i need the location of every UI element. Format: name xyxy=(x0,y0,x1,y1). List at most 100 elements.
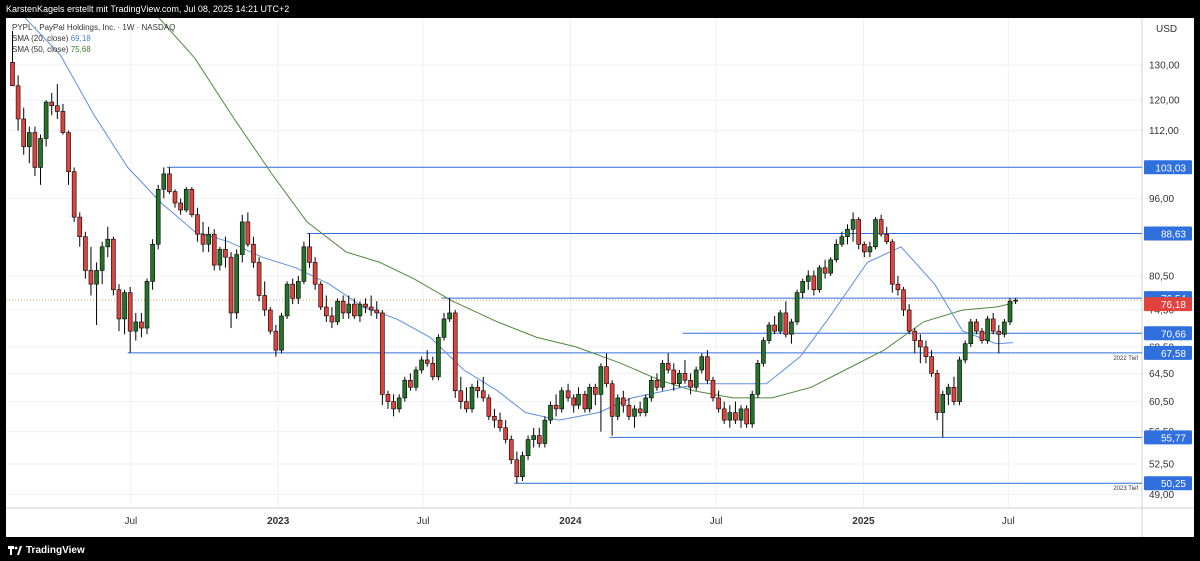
candle xyxy=(744,405,749,428)
candle-body xyxy=(890,241,895,285)
candle xyxy=(172,189,178,208)
candle xyxy=(335,298,340,325)
candle-body xyxy=(688,379,693,388)
candle xyxy=(133,312,139,341)
candle-body xyxy=(251,243,256,263)
sma50-value: 75,68 xyxy=(70,45,91,54)
candle xyxy=(542,416,548,448)
candle xyxy=(307,233,312,268)
candle xyxy=(677,369,682,388)
price-tick-label: 49,00 xyxy=(1149,490,1174,501)
candle-body xyxy=(536,435,542,444)
candle-body xyxy=(772,324,777,332)
candle xyxy=(862,241,867,258)
time-tick-label: Jul xyxy=(1002,516,1015,527)
candle-body xyxy=(195,214,200,235)
candle xyxy=(805,270,811,290)
candle xyxy=(189,187,195,218)
candle xyxy=(901,286,906,316)
candle xyxy=(251,236,256,268)
candle-body xyxy=(710,379,716,399)
candle-body xyxy=(486,397,492,417)
candle-body xyxy=(15,85,21,120)
candle-body xyxy=(284,283,290,317)
sma20-value: 69,18 xyxy=(70,34,91,43)
candle-body xyxy=(649,379,654,399)
candle-body xyxy=(441,318,447,338)
candle xyxy=(458,376,464,409)
candle xyxy=(273,324,279,357)
candle xyxy=(873,217,878,250)
candle xyxy=(609,380,615,436)
candle xyxy=(878,214,884,237)
candle xyxy=(167,167,172,194)
candle xyxy=(402,376,408,402)
level-price-tag: 70,66 xyxy=(1144,326,1192,341)
candle xyxy=(94,262,99,325)
candle-body xyxy=(582,394,588,410)
candle-body xyxy=(144,281,150,329)
candle-body xyxy=(626,404,632,417)
candle xyxy=(800,278,805,299)
candle xyxy=(615,394,621,421)
candle xyxy=(738,405,744,428)
candle-body xyxy=(447,312,452,320)
candle xyxy=(318,281,324,310)
candle-body xyxy=(413,369,419,388)
candle-body xyxy=(705,356,710,381)
candle xyxy=(929,350,934,377)
candle-body xyxy=(452,312,458,392)
candle-body xyxy=(548,404,553,421)
candle xyxy=(144,278,150,335)
candle xyxy=(671,363,677,391)
candle-body xyxy=(906,309,912,332)
candle xyxy=(940,390,946,438)
candle xyxy=(122,289,127,335)
tradingview-logo[interactable]: TradingView xyxy=(8,540,85,561)
candle-body xyxy=(699,356,705,371)
candle xyxy=(324,295,329,322)
candle xyxy=(183,187,189,213)
candle-body xyxy=(88,270,94,285)
price-tick-label: 112,00 xyxy=(1149,126,1179,137)
candle-body xyxy=(21,118,27,147)
candle-body xyxy=(122,292,127,320)
level-note: 2023 Tief xyxy=(1113,486,1138,492)
candlestick-chart[interactable]: 2022 Tief 2023 Tief USD 130,00 120,00 112,00 9… xyxy=(6,18,1194,537)
candle-body xyxy=(660,362,665,388)
candle-body xyxy=(873,219,878,248)
candle xyxy=(195,207,200,242)
candle xyxy=(508,435,514,464)
candle-body xyxy=(206,233,211,245)
candle xyxy=(727,405,733,428)
candle xyxy=(234,249,239,319)
candle xyxy=(396,394,402,413)
candle-body xyxy=(974,321,979,332)
candle-body xyxy=(912,330,918,341)
candle xyxy=(856,217,861,250)
candle xyxy=(301,241,307,285)
footer-bar: TradingView xyxy=(0,540,1200,561)
candle-body xyxy=(105,238,111,248)
candle xyxy=(766,321,772,344)
level-price-tag: 67,58 xyxy=(1144,345,1192,360)
candle xyxy=(262,281,267,316)
candle-body xyxy=(789,321,794,335)
candle xyxy=(621,390,626,413)
candle-body xyxy=(155,189,161,245)
candle xyxy=(906,304,912,335)
candle xyxy=(32,126,38,177)
candle-body xyxy=(755,362,761,395)
candle-body xyxy=(273,330,279,351)
candle xyxy=(565,383,571,402)
candle xyxy=(296,275,301,305)
candle-body xyxy=(508,439,514,461)
candle-body xyxy=(940,394,946,413)
candle xyxy=(312,257,318,290)
candle-body xyxy=(150,243,155,282)
attribution-text: KarstenKagels erstellt mit TradingView.c… xyxy=(6,4,290,14)
candle-body xyxy=(385,394,391,402)
chart-frame[interactable]: 2022 Tief 2023 Tief USD 130,00 120,00 112,00 9… xyxy=(6,18,1194,537)
candle-body xyxy=(391,401,396,410)
level-tag-label: 55,77 xyxy=(1161,433,1186,444)
